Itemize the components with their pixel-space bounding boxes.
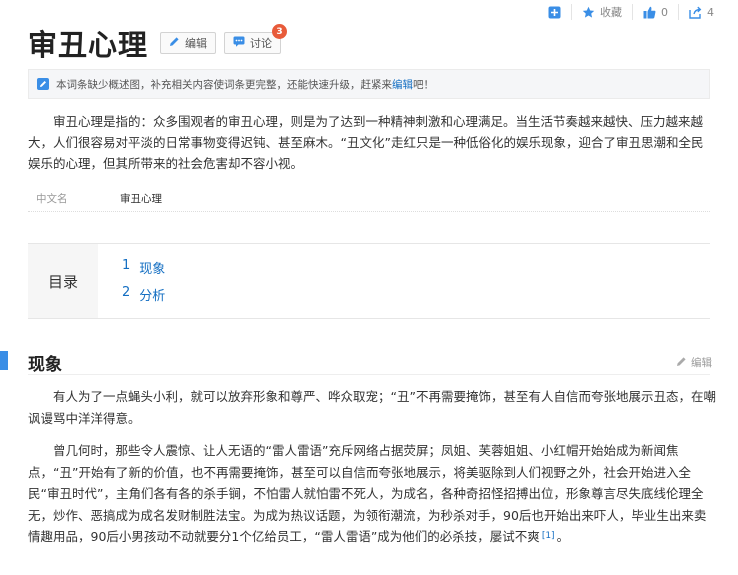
edit-note-icon xyxy=(37,78,49,90)
catalog-list: 1 现象 2 分析 xyxy=(98,244,165,318)
paragraph-text: 曾几何时，那些令人震惊、让人无语的“雷人雷语”充斥网络占据荧屏；凤姐、芙蓉姐姐、… xyxy=(28,443,707,544)
favorite-label: 收藏 xyxy=(600,6,622,19)
like-count: 0 xyxy=(661,5,668,19)
catalog-item-link[interactable]: 分析 xyxy=(139,285,165,304)
page-title: 审丑心理 xyxy=(28,28,149,62)
catalog: 目录 1 现象 2 分析 xyxy=(28,243,710,319)
lemma-summary: 审丑心理是指的：众多围观者的审丑心理，则是为了达到一种精神刺激和心理满足。当生活… xyxy=(28,114,704,171)
section-divider xyxy=(28,374,710,375)
basic-info: 中文名 审丑心理 xyxy=(28,186,710,212)
catalog-item[interactable]: 2 分析 xyxy=(122,285,165,304)
paragraph: 有人为了一点蝇头小利，就可以放弃形象和尊严、哗众取宠；“丑”不再需要掩饰，甚至有… xyxy=(28,389,716,426)
catalog-title: 目录 xyxy=(28,244,98,318)
section-header: 现象 编辑 xyxy=(28,350,712,375)
favorite-button[interactable]: 收藏 xyxy=(571,4,632,20)
notice-bold: 概述图 xyxy=(108,78,141,91)
discuss-button-label: 讨论 xyxy=(250,37,273,50)
reference-link[interactable]: [1] xyxy=(542,531,555,541)
share-icon xyxy=(689,6,702,19)
section-title: 现象 xyxy=(28,355,62,375)
section-marker xyxy=(0,351,8,370)
paragraph-end: 。 xyxy=(556,529,570,544)
star-icon xyxy=(582,6,595,19)
discuss-count-badge: 3 xyxy=(272,24,288,39)
title-row: 审丑心理 编辑 讨论 3 xyxy=(28,22,288,64)
basic-info-value: 审丑心理 xyxy=(120,193,162,205)
edit-button-label: 编辑 xyxy=(185,37,208,50)
discuss-button[interactable]: 讨论 3 xyxy=(224,24,288,54)
catalog-item-number: 1 xyxy=(122,258,131,273)
chat-bubble-icon xyxy=(233,36,245,50)
pencil-icon xyxy=(676,356,687,370)
section-edit-button[interactable]: 编辑 xyxy=(676,355,712,370)
edit-button[interactable]: 编辑 xyxy=(160,32,217,54)
share-count: 4 xyxy=(707,5,714,19)
pencil-icon xyxy=(169,36,180,50)
notice-suffix: 吧！ xyxy=(413,78,434,91)
notice-prefix: 本词条缺少 xyxy=(56,78,109,91)
catalog-item-number: 2 xyxy=(122,285,131,300)
thumbs-up-icon xyxy=(643,6,656,19)
section-edit-label: 编辑 xyxy=(691,357,712,369)
share-button[interactable]: 4 xyxy=(678,4,724,20)
add-button[interactable] xyxy=(538,4,571,20)
catalog-item-link[interactable]: 现象 xyxy=(139,258,165,277)
notice-edit-link[interactable]: 编辑 xyxy=(392,77,413,92)
like-button[interactable]: 0 xyxy=(632,4,678,20)
paragraph: 曾几何时，那些令人震惊、让人无语的“雷人雷语”充斥网络占据荧屏；凤姐、芙蓉姐姐、… xyxy=(28,440,716,548)
missing-image-notice: 本词条缺少 概述图 ，补充相关内容使词条更完整，还能快速升级，赶紧来 编辑 吧！ xyxy=(28,69,710,99)
basic-info-key: 中文名 xyxy=(36,193,68,205)
catalog-item[interactable]: 1 现象 xyxy=(122,258,165,277)
notice-middle: ，补充相关内容使词条更完整，还能快速升级，赶紧来 xyxy=(140,78,392,91)
top-actions-bar: 收藏 0 4 xyxy=(538,4,724,20)
plus-square-icon xyxy=(548,6,561,19)
